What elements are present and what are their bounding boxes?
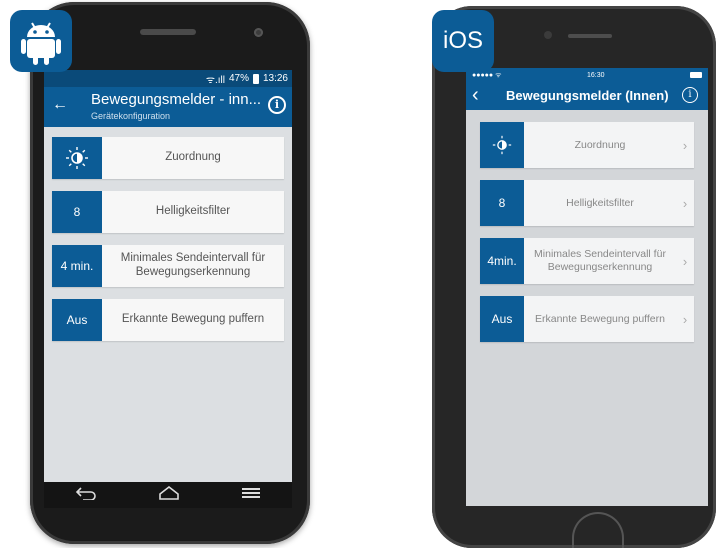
ios-badge: iOS	[432, 10, 494, 72]
android-nav-bar	[44, 482, 292, 508]
item-value: Aus	[52, 299, 102, 341]
chevron-right-icon: ›	[682, 311, 688, 327]
info-icon[interactable]: i	[268, 96, 286, 114]
page-title: Bewegungsmelder - inn...	[91, 91, 262, 108]
back-nav-icon[interactable]	[75, 486, 97, 505]
item-label: Zuordnung	[574, 138, 626, 151]
list-item-helligkeitsfilter[interactable]: 8 Helligkeitsfilter ›	[480, 180, 694, 226]
chevron-right-icon: ›	[682, 137, 688, 153]
item-label: Erkannte Bewegung puffern	[535, 312, 665, 325]
battery-icon	[689, 72, 702, 78]
item-value: 8	[480, 180, 524, 226]
brightness-icon	[480, 122, 524, 168]
battery-icon	[252, 73, 259, 84]
chevron-right-icon: ›	[682, 195, 688, 211]
signal-icon: ᯤ.ıll	[205, 74, 225, 86]
stage: ᯤ.ıll 47% 13:26 ← Bewegungsmelder - inn.…	[0, 0, 716, 548]
back-chevron-icon[interactable]: ‹	[472, 84, 479, 107]
ios-nav-bar: ‹ Bewegungsmelder (Innen) i	[466, 82, 708, 110]
android-speaker	[140, 29, 196, 35]
back-arrow-icon[interactable]: ←	[52, 96, 68, 114]
android-status-bar: ᯤ.ıll 47% 13:26	[44, 70, 292, 87]
iphone: ●●●●● ᯤ 16:30 ‹ Bewegungsmelder (Innen) …	[432, 6, 716, 548]
list-item-helligkeitsfilter[interactable]: 8 Helligkeitsfilter	[52, 191, 284, 233]
android-logo-icon	[10, 10, 72, 72]
page-subtitle: Gerätekonfiguration	[91, 111, 171, 121]
item-value: 4min.	[480, 238, 524, 284]
item-label: Minimales Sendeintervall für Bewegungser…	[120, 252, 266, 278]
ios-screen: ●●●●● ᯤ 16:30 ‹ Bewegungsmelder (Innen) …	[466, 68, 708, 506]
list-item-bewegung-puffern[interactable]: Aus Erkannte Bewegung puffern	[52, 299, 284, 341]
list-item-zuordnung[interactable]: Zuordnung ›	[480, 122, 694, 168]
iphone-speaker	[568, 34, 612, 38]
ios-status-bar: ●●●●● ᯤ 16:30	[466, 68, 708, 82]
item-label: Helligkeitsfilter	[566, 196, 634, 209]
home-button[interactable]	[572, 512, 624, 548]
page-title: Bewegungsmelder (Innen)	[506, 88, 669, 103]
android-app-bar: ← Bewegungsmelder - inn... Gerätekonfigu…	[44, 87, 292, 127]
list-item-sendeintervall[interactable]: 4min. Minimales Sendeintervall für Beweg…	[480, 238, 694, 284]
brightness-icon	[52, 137, 102, 179]
item-value: 4 min.	[52, 245, 102, 287]
android-screen: ᯤ.ıll 47% 13:26 ← Bewegungsmelder - inn.…	[44, 70, 292, 482]
list-item-zuordnung[interactable]: Zuordnung	[52, 137, 284, 179]
status-time: 16:30	[586, 71, 605, 79]
list-item-bewegung-puffern[interactable]: Aus Erkannte Bewegung puffern ›	[480, 296, 694, 342]
item-value: Aus	[480, 296, 524, 342]
item-label: Minimales Sendeintervall für Bewegungser…	[534, 248, 666, 273]
status-time: 13:26	[262, 73, 288, 84]
ios-config-list: Zuordnung › 8 Helligkeitsfilter › 4min. …	[466, 110, 708, 342]
android-config-list: Zuordnung 8 Helligkeitsfilter 4 min. Min…	[44, 127, 292, 341]
item-label: Erkannte Bewegung puffern	[121, 313, 265, 326]
home-nav-icon[interactable]	[158, 485, 180, 505]
iphone-camera	[544, 31, 552, 39]
item-value: 8	[52, 191, 102, 233]
item-label: Helligkeitsfilter	[155, 205, 231, 218]
list-item-sendeintervall[interactable]: 4 min. Minimales Sendeintervall für Bewe…	[52, 245, 284, 287]
battery-level: 47%	[228, 73, 249, 84]
item-label: Zuordnung	[165, 151, 221, 164]
android-camera	[254, 28, 263, 37]
chevron-right-icon: ›	[682, 253, 688, 269]
info-icon[interactable]: i	[682, 87, 698, 103]
menu-nav-icon[interactable]	[241, 486, 261, 504]
